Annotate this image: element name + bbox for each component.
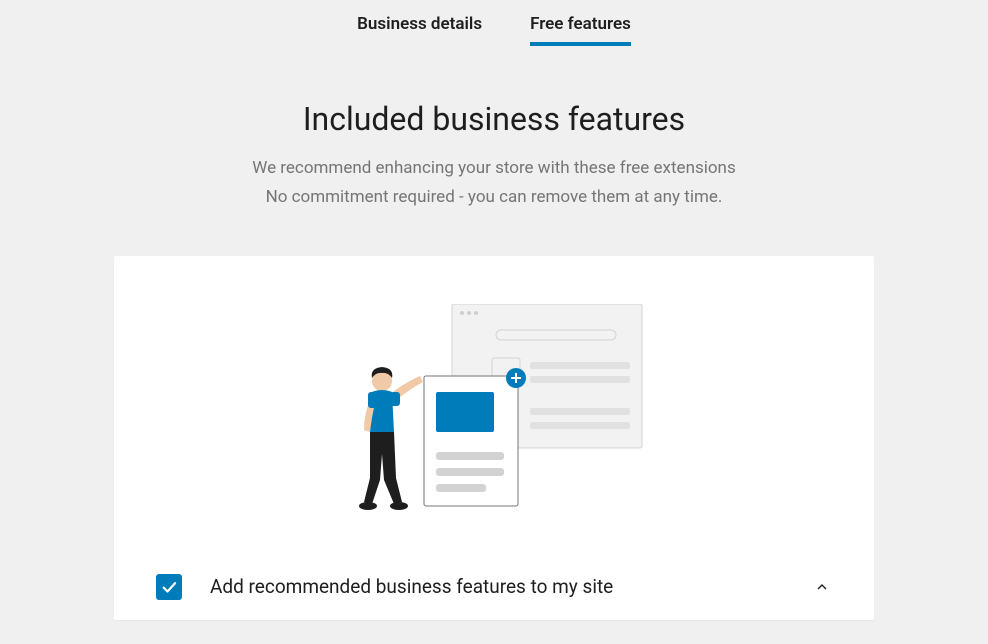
page-title: Included business features: [20, 100, 968, 138]
page-subtitle: We recommend enhancing your store with t…: [20, 154, 968, 212]
check-icon: [160, 578, 178, 596]
option-row: Add recommended business features to my …: [114, 574, 874, 600]
expand-toggle[interactable]: [812, 577, 832, 597]
features-card: Add recommended business features to my …: [114, 256, 874, 620]
subtitle-line-1: We recommend enhancing your store with t…: [20, 154, 968, 183]
recommended-features-label[interactable]: Add recommended business features to my …: [210, 575, 784, 598]
onboarding-illustration-icon: [344, 304, 644, 514]
recommended-features-checkbox[interactable]: [156, 574, 182, 600]
subtitle-line-2: No commitment required - you can remove …: [20, 183, 968, 212]
header-section: Included business features We recommend …: [0, 100, 988, 212]
tab-free-features[interactable]: Free features: [530, 14, 631, 44]
chevron-up-icon: [814, 579, 830, 595]
illustration: [114, 256, 874, 574]
tab-business-details[interactable]: Business details: [357, 14, 482, 44]
tabs-bar: Business details Free features: [0, 0, 988, 44]
